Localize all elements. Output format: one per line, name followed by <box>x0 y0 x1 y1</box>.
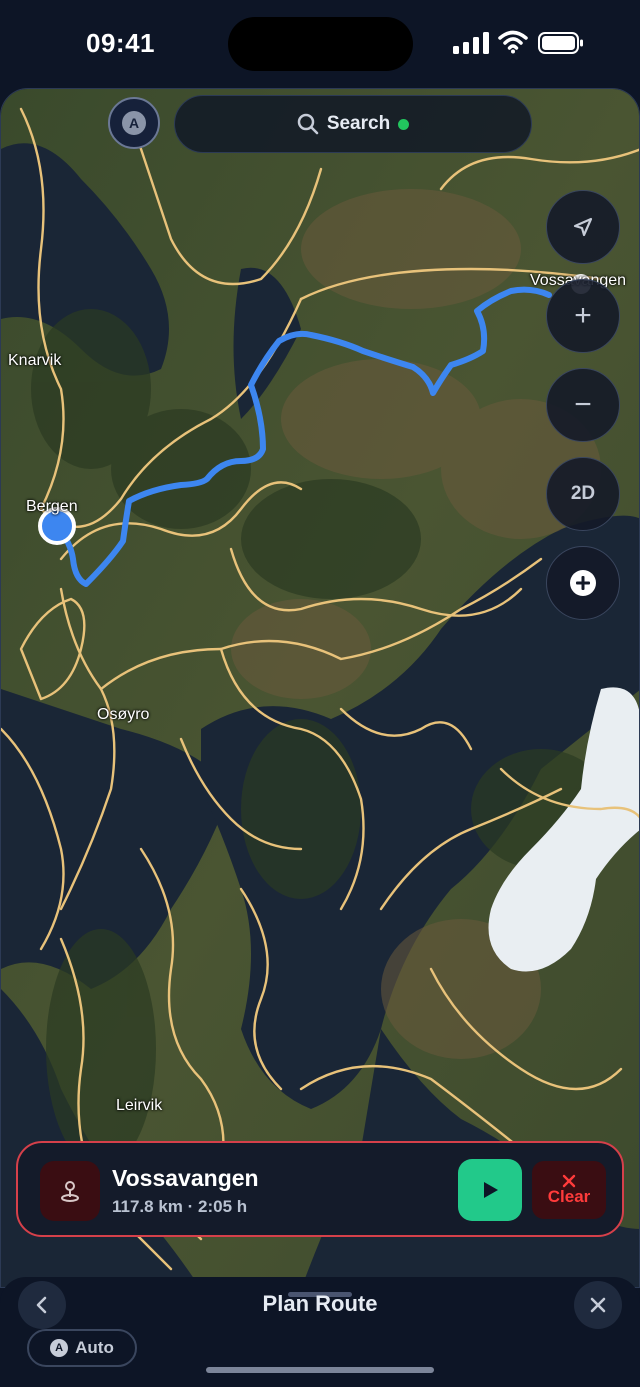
wifi-icon <box>498 30 528 54</box>
map-label-leirvik: Leirvik <box>116 1097 163 1114</box>
route-distance-duration: 117.8 km · 2:05 h <box>112 1197 248 1216</box>
map-canvas[interactable] <box>1 89 640 1288</box>
search-bar[interactable]: Search <box>174 95 532 153</box>
play-icon <box>484 1182 498 1198</box>
add-circle-icon <box>570 570 596 596</box>
close-x-icon <box>562 1174 576 1188</box>
map-label-osoyro: Osøyro <box>97 706 150 723</box>
sheet-title: Plan Route <box>262 1291 378 1316</box>
map-label-knarvik: Knarvik <box>8 352 62 369</box>
battery-icon <box>538 32 583 54</box>
status-bar: 09:41 <box>0 0 640 88</box>
search-status-dot <box>398 118 410 130</box>
search-label: Search <box>326 113 391 134</box>
destination-pin-badge <box>40 1161 100 1221</box>
status-time: 09:41 <box>86 28 155 58</box>
routing-mode-icon: A <box>50 1339 69 1357</box>
clear-route-button[interactable]: Clear <box>532 1161 606 1219</box>
dynamic-island <box>228 17 413 71</box>
map-label-bergen: Bergen <box>26 498 78 515</box>
profile-avatar-button[interactable]: A <box>108 97 160 149</box>
plus-icon: + <box>574 299 592 332</box>
minus-icon: − <box>574 388 592 421</box>
cellular-signal-icon <box>453 32 489 54</box>
zoom-out-button[interactable]: − <box>546 368 620 442</box>
location-arrow-icon <box>573 217 593 237</box>
home-indicator <box>206 1367 434 1373</box>
zoom-in-button[interactable]: + <box>546 279 620 353</box>
route-destination: Vossavangen <box>112 1165 259 1191</box>
close-button[interactable] <box>574 1281 622 1329</box>
routing-mode-chip[interactable]: A Auto <box>27 1329 137 1367</box>
avatar-letter: A <box>122 111 146 135</box>
start-navigation-button[interactable] <box>458 1159 522 1221</box>
search-icon <box>297 113 319 135</box>
clear-label: Clear <box>547 1187 591 1206</box>
close-icon <box>590 1297 606 1313</box>
route-summary-card[interactable]: Vossavangen 117.8 km · 2:05 h Clear <box>16 1141 624 1237</box>
recenter-location-button[interactable] <box>546 190 620 264</box>
routing-mode-label: Auto <box>75 1338 114 1357</box>
add-waypoint-button[interactable] <box>546 546 620 620</box>
view-mode-label: 2D <box>570 483 596 504</box>
satellite-map[interactable] <box>0 88 640 1288</box>
map-pin-icon <box>61 1181 79 1202</box>
view-mode-toggle[interactable]: 2D <box>546 457 620 531</box>
